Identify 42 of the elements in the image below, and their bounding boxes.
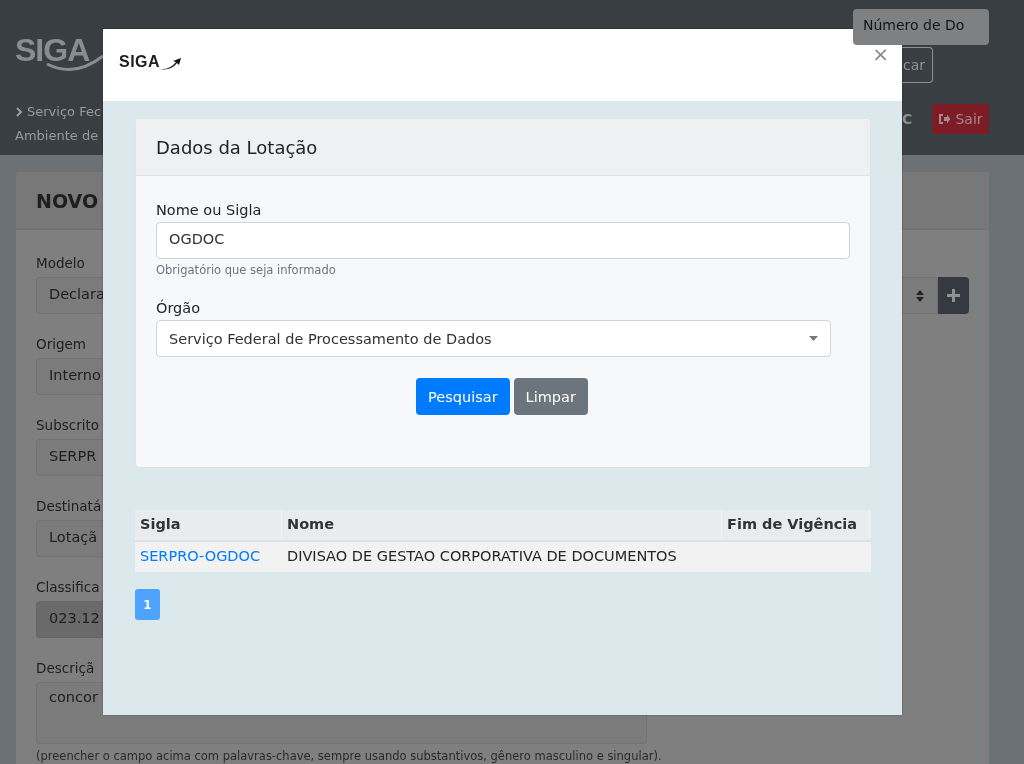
table-cell-text: DIVISAO DE GESTAO CORPORATIVA DE DOCUMENTOS [286,547,678,566]
search-field[interactable]: Número de Do [853,9,989,45]
panel-title: Dados da Lotação [156,136,318,158]
column-header: Fim de Vigência [722,510,870,540]
field-label: Origem [36,335,86,354]
user-name: C [902,111,914,127]
field-hint: (preencher o campo acima com palavras-chave, sempre usando substantivos, gênero masculino e singular). [36,748,662,764]
form-field[interactable]: SERPR [36,439,103,476]
field-label: Descriçã [36,659,95,678]
logo-text: SIGA [119,53,161,71]
form-field[interactable]: Interno [36,358,103,395]
column-header: Nome [282,510,722,540]
environment-text: Ambiente de [15,127,100,145]
add-button[interactable] [938,277,969,314]
caret-icon [809,336,818,341]
field-label: Modelo [36,254,85,273]
select-field[interactable] [902,277,938,314]
logout-icon [938,113,952,125]
field-label: Destinatá [36,497,102,516]
field-label: Órgão [156,298,201,318]
form-field[interactable]: Lotaçã [36,520,103,557]
result-link[interactable]: SERPRO-OGDOC [140,548,261,564]
field-label: Nome ou Sigla [156,201,262,220]
plus-icon [947,289,960,302]
field-label: Subscrito [36,416,99,435]
chevron-icon [15,107,23,117]
breadcrumb-text[interactable]: Serviço Fec [27,100,102,124]
page-button[interactable]: 1 [135,589,160,620]
form-field[interactable]: 023.12 [36,601,103,638]
search-button[interactable]: Pesquisar [416,378,510,415]
clear-button[interactable]: Limpar [513,378,588,415]
logout-button[interactable]: Sair [932,104,989,134]
card-title: NOVO [36,189,99,212]
logo-text: SIGA [15,32,90,68]
field-hint: Obrigatório que seja informado [156,262,336,279]
name-field[interactable]: OGDOC [156,222,850,259]
sort-icon [915,289,924,302]
form-field[interactable]: Declara [36,277,103,314]
column-header: Sigla [135,510,282,540]
organ-select[interactable]: Serviço Federal de Processamento de Dados [156,320,831,357]
close-button[interactable]: × [869,47,892,61]
field-label: Classifica [36,578,100,597]
